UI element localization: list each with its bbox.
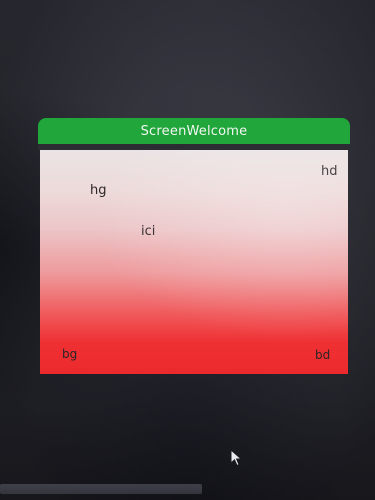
window-title: ScreenWelcome [140,123,248,139]
label-bottom-left: bg [62,347,78,361]
taskbar-strip [0,484,202,494]
label-top-right: hd [321,164,338,179]
window-titlebar[interactable]: ScreenWelcome [38,118,350,144]
window-content-area[interactable]: hg hd ici bg bd [40,150,348,374]
label-center: ici [141,224,156,239]
screen-welcome-window: ScreenWelcome hg hd ici bg bd [38,118,350,376]
label-bottom-right: bd [315,348,331,362]
mouse-pointer-icon [230,449,243,467]
label-top-left: hg [90,183,107,198]
